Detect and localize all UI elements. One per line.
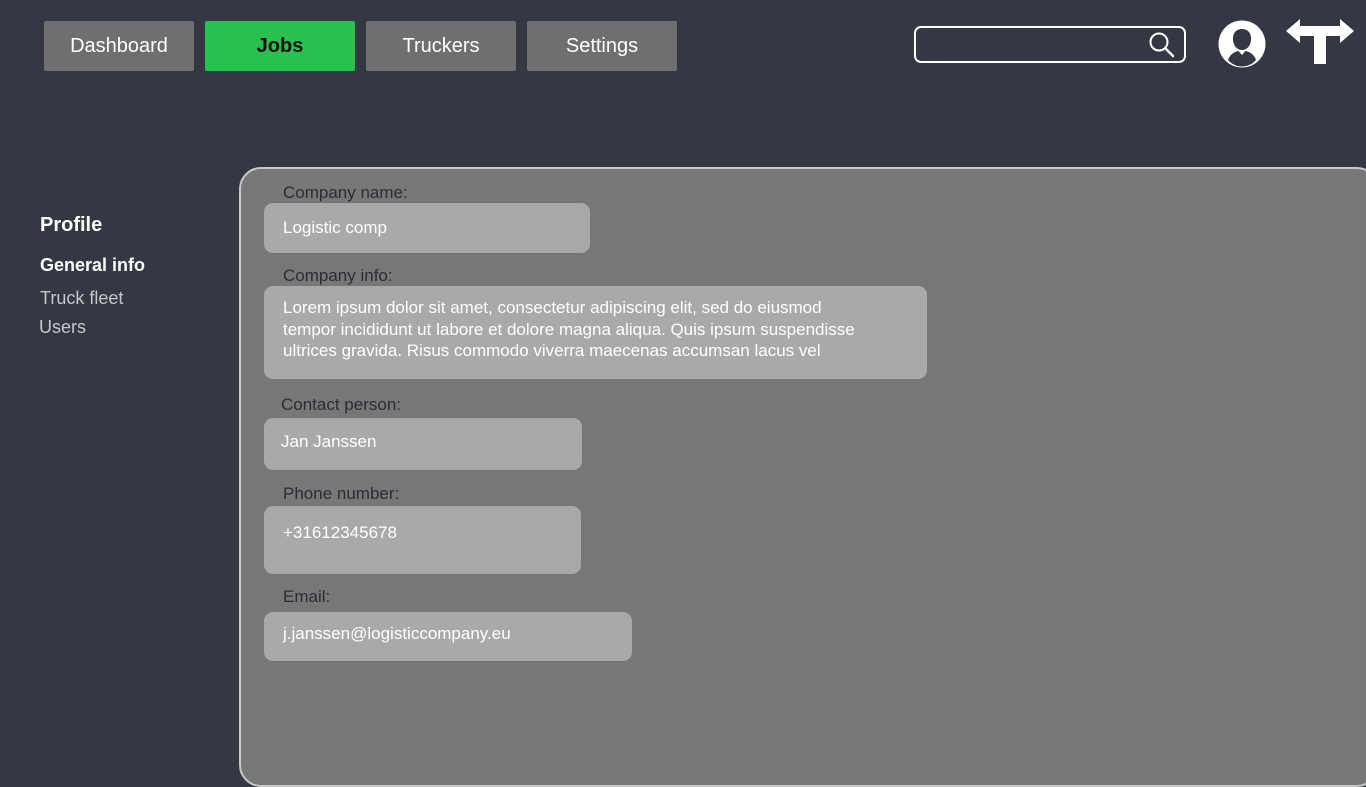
- sidebar-item-general-info[interactable]: General info: [40, 255, 145, 276]
- nav-jobs-button[interactable]: Jobs: [205, 21, 355, 71]
- profile-panel: [239, 167, 1366, 787]
- contact-person-field[interactable]: Jan Janssen: [264, 418, 582, 470]
- nav-settings-button[interactable]: Settings: [527, 21, 677, 71]
- company-info-line: tempor incididunt ut labore et dolore ma…: [283, 319, 855, 339]
- company-info-field[interactable]: Lorem ipsum dolor sit amet, consectetur …: [264, 286, 927, 379]
- company-info-label: Company info:: [283, 266, 393, 285]
- nav-truckers-button[interactable]: Truckers: [366, 21, 516, 71]
- sidebar-item-truck-fleet[interactable]: Truck fleet: [40, 288, 123, 309]
- search-box[interactable]: [914, 26, 1186, 63]
- company-name-label: Company name:: [283, 183, 408, 202]
- search-icon[interactable]: [1148, 31, 1176, 59]
- contact-person-label: Contact person:: [281, 395, 402, 414]
- sidebar-item-users[interactable]: Users: [39, 317, 86, 338]
- avatar-icon[interactable]: [1218, 20, 1266, 68]
- email-label: Email:: [283, 587, 331, 606]
- search-input[interactable]: [924, 32, 1148, 59]
- phone-number-label: Phone number:: [283, 484, 400, 503]
- company-name-field[interactable]: Logistic comp: [264, 203, 590, 253]
- sidebar-title: Profile: [40, 214, 103, 236]
- email-field[interactable]: j.janssen@logisticcompany.eu: [264, 612, 632, 661]
- phone-number-field[interactable]: +31612345678: [264, 506, 581, 574]
- logout-icon[interactable]: [1284, 17, 1356, 65]
- company-info-line: Lorem ipsum dolor sit amet, consectetur …: [283, 298, 822, 317]
- company-info-line: ultrices gravida. Risus commodo viverra …: [283, 341, 821, 360]
- nav-dashboard-button[interactable]: Dashboard: [44, 21, 194, 71]
